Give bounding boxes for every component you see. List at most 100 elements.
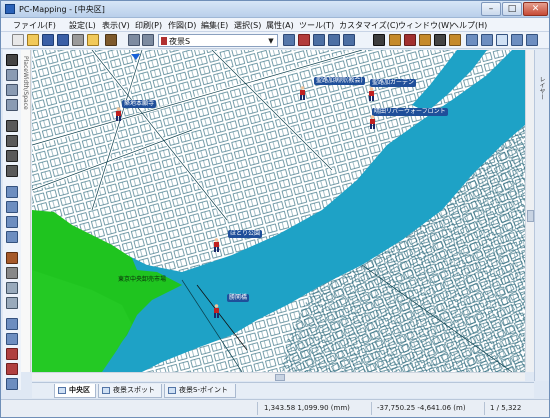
target-icon[interactable]: [6, 363, 18, 375]
window-title: PC-Mapping - [中央区]: [19, 5, 105, 14]
sheet-icon: [58, 387, 66, 394]
print-icon[interactable]: [72, 34, 84, 46]
layer-add-icon[interactable]: [298, 34, 310, 46]
new-icon[interactable]: [12, 34, 24, 46]
toolbar: 夜景S ▼: [1, 32, 549, 49]
polyline-tool-icon[interactable]: [6, 135, 18, 147]
point-icon[interactable]: [419, 34, 431, 46]
person-marker-icon: [300, 86, 305, 100]
coords-mm: 1,343.58 1,099.90 (mm): [264, 404, 350, 412]
sheet-icon: [102, 387, 110, 394]
layer-settings-icon[interactable]: [283, 34, 295, 46]
window-split-icon[interactable]: [496, 34, 508, 46]
eraser-icon[interactable]: [404, 34, 416, 46]
paint-icon[interactable]: [6, 252, 18, 264]
table-icon[interactable]: [6, 231, 18, 243]
menu-settings[interactable]: 設定(L): [69, 20, 96, 31]
person-marker-icon: [370, 115, 375, 129]
window-cascade-icon[interactable]: [481, 34, 493, 46]
status-bar: 1,343.58 1,099.90 (mm) -37,750.25 -4,641…: [1, 399, 549, 417]
select-layer-icon[interactable]: [6, 201, 18, 213]
window-tile-icon[interactable]: [466, 34, 478, 46]
attribute-icon[interactable]: [6, 318, 18, 330]
page-count: 1 / 5,322: [490, 404, 522, 412]
market-label: 東京中央卸売市場: [118, 276, 167, 283]
properties-icon[interactable]: [87, 34, 99, 46]
coords-m: -37,750.25 -4,641.06 (m): [377, 404, 466, 412]
zoom-in-icon[interactable]: [6, 84, 18, 96]
draw-line-icon[interactable]: [373, 34, 385, 46]
layer-copy-icon[interactable]: [313, 34, 325, 46]
hand-pan-icon[interactable]: [105, 34, 117, 46]
close-button[interactable]: ✕: [523, 2, 548, 16]
divider: [484, 402, 485, 415]
maximize-button[interactable]: □: [502, 2, 522, 16]
divider: [257, 402, 258, 415]
menu-bar: ファイル(F) 設定(L) 表示(V) 印刷(P) 作図(D) 編集(E) 選択…: [1, 18, 549, 32]
search-icon[interactable]: [6, 297, 18, 309]
map-drawing: [32, 50, 525, 372]
left-toolbox: [3, 50, 21, 390]
save-icon[interactable]: [42, 34, 54, 46]
menu-customize[interactable]: カスタマイズ(C): [339, 20, 399, 31]
menu-help[interactable]: ヘルプ(H): [451, 20, 487, 31]
menu-select[interactable]: 選択(S): [234, 20, 261, 31]
person-marker-icon: [214, 304, 219, 318]
tab-night-point[interactable]: 夜景S-ポイント: [164, 384, 236, 398]
info-icon[interactable]: [6, 378, 18, 390]
chevron-down-icon[interactable]: ▼: [266, 36, 276, 46]
save-as-icon[interactable]: [57, 34, 69, 46]
side-panel[interactable]: レイヤー: [534, 50, 549, 381]
menu-window[interactable]: ウィンドウ(W): [398, 20, 452, 31]
menu-draw[interactable]: 作図(D): [168, 20, 196, 31]
select-arrow-icon[interactable]: [6, 54, 18, 66]
menu-tools[interactable]: ツール(T): [299, 20, 334, 31]
vertical-scrollbar[interactable]: [525, 50, 534, 372]
tab-label: 中央区: [69, 386, 90, 394]
measure-icon[interactable]: [434, 34, 446, 46]
ruler-label: PlaceWidth/Space: [22, 56, 29, 110]
text-tool-icon[interactable]: [449, 34, 461, 46]
layer-color-icon: [161, 37, 167, 45]
tab-night-spot[interactable]: 夜景スポット: [98, 384, 162, 398]
scroll-thumb[interactable]: [275, 374, 285, 381]
grid-icon[interactable]: [6, 216, 18, 228]
tab-label: 夜景S-ポイント: [179, 386, 228, 394]
vertical-ruler: PlaceWidth/Space: [21, 50, 31, 372]
minimize-button[interactable]: –: [481, 2, 501, 16]
menu-edit[interactable]: 編集(E): [201, 20, 228, 31]
zoom-out-icon[interactable]: [6, 99, 18, 111]
panel-toggle-icon[interactable]: [511, 34, 523, 46]
fullscreen-icon[interactable]: [526, 34, 538, 46]
map-canvas[interactable]: 築地本願寺 聖路加病院(教会) 聖路加ガーデン 晴田リバーウォーフロント ほとり…: [32, 50, 525, 372]
marker-icon[interactable]: [6, 348, 18, 360]
menu-file[interactable]: ファイル(F): [13, 20, 56, 31]
menu-attribute[interactable]: 属性(A): [266, 20, 294, 31]
person-marker-icon: [116, 107, 121, 121]
label-icon[interactable]: [6, 333, 18, 345]
scroll-thumb[interactable]: [527, 210, 534, 222]
menu-print[interactable]: 印刷(P): [135, 20, 162, 31]
tab-chuo[interactable]: 中央区: [54, 384, 96, 398]
rotate-icon[interactable]: [6, 267, 18, 279]
magnify-icon[interactable]: [6, 282, 18, 294]
app-window: PC-Mapping - [中央区] – □ ✕ ファイル(F) 設定(L) 表…: [0, 0, 550, 418]
horizontal-scrollbar[interactable]: [32, 372, 525, 381]
line-tool-icon[interactable]: [6, 120, 18, 132]
polygon-tool-icon[interactable]: [6, 150, 18, 162]
open-folder-icon[interactable]: [27, 34, 39, 46]
layer-select[interactable]: 夜景S ▼: [158, 34, 278, 47]
layer-icon[interactable]: [128, 34, 140, 46]
layer-list-icon[interactable]: [142, 34, 154, 46]
layer-delete-icon[interactable]: [343, 34, 355, 46]
menu-view[interactable]: 表示(V): [102, 20, 130, 31]
zoom-window-icon[interactable]: [6, 69, 18, 81]
rect-tool-icon[interactable]: [6, 165, 18, 177]
sheet-tab-bar: 中央区 夜景スポット 夜景S-ポイント: [32, 382, 534, 398]
person-marker-icon: [214, 238, 219, 252]
poi-label: 聖路加病院(教会): [314, 77, 365, 85]
layer-move-icon[interactable]: [328, 34, 340, 46]
select-region-icon[interactable]: [6, 186, 18, 198]
pencil-icon[interactable]: [389, 34, 401, 46]
sheet-icon: [168, 387, 176, 394]
